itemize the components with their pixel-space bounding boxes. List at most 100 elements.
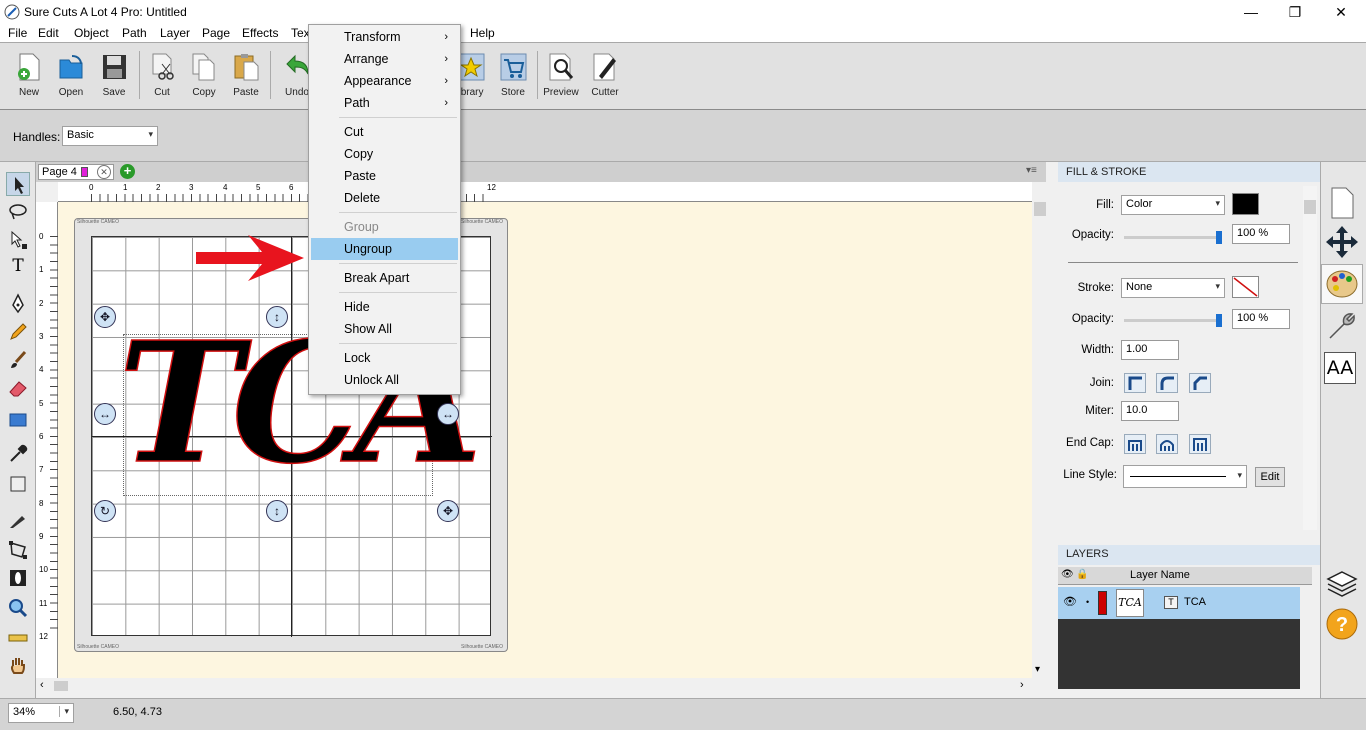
brush-tool[interactable] (6, 348, 30, 372)
menu-item-hide[interactable]: Hide (311, 296, 458, 318)
save-button[interactable]: Save (91, 49, 137, 105)
resize-vertical-handle-icon[interactable]: ↕ (266, 500, 288, 522)
menu-layer[interactable]: Layer (160, 26, 190, 40)
maximize-button[interactable]: ❐ (1272, 0, 1318, 24)
layer-name[interactable]: TCA (1184, 596, 1206, 608)
gradient-tool[interactable] (6, 472, 30, 496)
fill-opacity-field[interactable]: 100 % (1232, 224, 1290, 244)
zoom-tool[interactable] (6, 596, 30, 620)
menu-edit[interactable]: Edit (38, 26, 59, 40)
new-button[interactable]: New (6, 49, 52, 105)
layer-visibility-icon[interactable]: 👁 (1063, 595, 1077, 608)
menu-object[interactable]: Object (74, 26, 109, 40)
lasso-tool[interactable] (6, 200, 30, 224)
fill-color-swatch[interactable] (1232, 193, 1259, 215)
menu-item-arrange[interactable]: Arrange › (311, 48, 458, 70)
layers-scrollbar[interactable] (1300, 587, 1314, 689)
canvas-vertical-scrollbar[interactable]: ▾ (1032, 182, 1048, 678)
help-icon[interactable]: ? (1324, 606, 1360, 642)
join-bevel-button[interactable] (1189, 373, 1211, 393)
cap-square-button[interactable] (1189, 434, 1211, 454)
menu-effects[interactable]: Effects (242, 26, 278, 40)
stroke-none-swatch[interactable] (1232, 276, 1259, 298)
join-miter-button[interactable] (1124, 373, 1146, 393)
resize-vertical-handle-icon[interactable]: ↕ (266, 306, 288, 328)
preview-button[interactable]: Preview (538, 49, 584, 105)
menu-item-unlock-all[interactable]: Unlock All (311, 369, 458, 391)
slider-thumb[interactable] (1216, 314, 1222, 327)
menu-item-appearance[interactable]: Appearance › (311, 70, 458, 92)
stroke-type-dropdown[interactable]: None ▾ (1121, 278, 1225, 298)
fill-opacity-slider[interactable] (1124, 231, 1222, 244)
menu-item-break-apart[interactable]: Break Apart (311, 267, 458, 289)
line-style-dropdown[interactable]: ▾ (1123, 465, 1247, 488)
cutter-button[interactable]: Cutter (582, 49, 628, 105)
canvas-horizontal-scrollbar[interactable]: ‹ › (36, 678, 1036, 694)
minimize-button[interactable]: — (1228, 0, 1274, 24)
rotate-handle-icon[interactable]: ↻ (94, 500, 116, 522)
scroll-right-icon[interactable]: › (1020, 679, 1024, 691)
menu-item-cut[interactable]: Cut (311, 121, 458, 143)
tab-page-4[interactable]: Page 4 ✕ (38, 164, 114, 180)
cap-round-button[interactable] (1156, 434, 1178, 454)
move-handle-icon[interactable]: ✥ (94, 306, 116, 328)
layer-color-chip[interactable] (1098, 591, 1107, 615)
rectangle-tool[interactable] (6, 408, 30, 432)
knife-tool[interactable] (6, 508, 30, 532)
layers-stack-icon[interactable] (1324, 566, 1360, 602)
page-panel-icon[interactable] (1324, 185, 1360, 221)
menu-item-path[interactable]: Path › (311, 92, 458, 114)
zoom-dropdown[interactable]: 34% ▾ (8, 703, 74, 723)
pencil-tool[interactable] (6, 320, 30, 344)
select-tool[interactable] (6, 172, 30, 196)
open-button[interactable]: Open (48, 49, 94, 105)
scroll-thumb[interactable] (1034, 202, 1046, 216)
scale-handle-icon[interactable]: ✥ (437, 500, 459, 522)
menu-item-delete[interactable]: Delete (311, 187, 458, 209)
text-tool[interactable]: T (6, 256, 30, 280)
wrench-icon[interactable] (1324, 308, 1360, 344)
menu-item-transform[interactable]: Transform › (311, 26, 458, 48)
menu-item-show-all[interactable]: Show All (311, 318, 458, 340)
menu-item-copy[interactable]: Copy (311, 143, 458, 165)
eyedropper-tool[interactable] (6, 442, 30, 466)
menu-file[interactable]: File (8, 26, 27, 40)
close-page-icon[interactable]: ✕ (97, 165, 111, 179)
edit-line-style-button[interactable]: Edit (1255, 467, 1285, 487)
scroll-thumb[interactable] (1304, 200, 1316, 214)
scroll-left-icon[interactable]: ‹ (40, 679, 44, 691)
panel-scrollbar[interactable] (1303, 186, 1317, 530)
layer-row[interactable]: 👁 • TCA T TCA (1058, 587, 1300, 619)
move-arrows-icon[interactable] (1324, 224, 1360, 260)
palette-icon[interactable] (1324, 266, 1360, 302)
store-button[interactable]: Store (490, 49, 536, 105)
text-style-icon[interactable]: AA (1324, 352, 1356, 384)
slider-thumb[interactable] (1216, 231, 1222, 244)
panel-menu-icon[interactable]: ▾≡ (1026, 165, 1037, 176)
resize-horizontal-handle-icon[interactable]: ↔ (94, 403, 116, 425)
menu-text[interactable]: Tex (291, 26, 310, 40)
measure-tool[interactable] (6, 626, 30, 650)
scroll-thumb[interactable] (54, 681, 68, 691)
pen-tool[interactable] (6, 292, 30, 316)
menu-path[interactable]: Path (122, 26, 147, 40)
paste-button[interactable]: Paste (223, 49, 269, 105)
menu-item-paste[interactable]: Paste (311, 165, 458, 187)
width-field[interactable]: 1.00 (1121, 340, 1179, 360)
fill-type-dropdown[interactable]: Color ▾ (1121, 195, 1225, 215)
node-edit-tool[interactable] (6, 228, 30, 252)
menu-item-ungroup[interactable]: Ungroup (311, 238, 458, 260)
resize-horizontal-handle-icon[interactable]: ↔ (437, 403, 459, 425)
copy-button[interactable]: Copy (181, 49, 227, 105)
weld-tool[interactable] (6, 566, 30, 590)
close-button[interactable]: ✕ (1318, 0, 1364, 24)
add-page-icon[interactable]: + (120, 164, 135, 179)
pan-tool[interactable] (6, 654, 30, 678)
miter-field[interactable]: 10.0 (1121, 401, 1179, 421)
stroke-opacity-slider[interactable] (1124, 314, 1222, 327)
cut-button[interactable]: Cut (139, 49, 185, 105)
shape-edit-tool[interactable] (6, 538, 30, 562)
menu-item-lock[interactable]: Lock (311, 347, 458, 369)
scroll-down-icon[interactable]: ▾ (1035, 664, 1040, 675)
layer-lock-dot[interactable]: • (1086, 597, 1089, 607)
